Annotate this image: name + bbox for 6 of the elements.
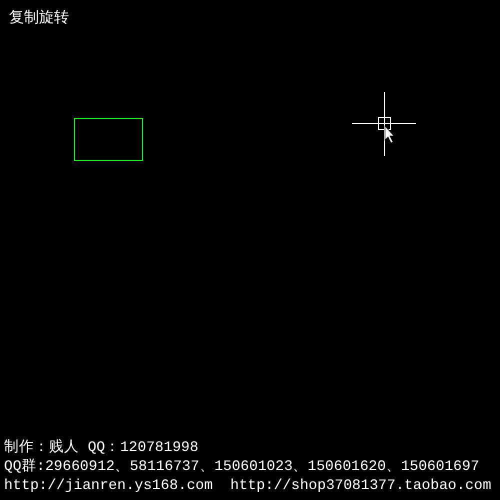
credit-line: QQ群:29660912、58116737、150601023、150601620、150601697 [4,458,480,477]
crosshair-cursor-icon [352,92,416,156]
drawing-title: 复制旋转 [8,7,69,28]
credit-line: 制作：贱人 QQ：120781998 [4,439,198,458]
rectangle-shape [74,118,143,161]
credit-line: http://jianren.ys168.com http://shop37081377.taobao.com [4,477,492,496]
